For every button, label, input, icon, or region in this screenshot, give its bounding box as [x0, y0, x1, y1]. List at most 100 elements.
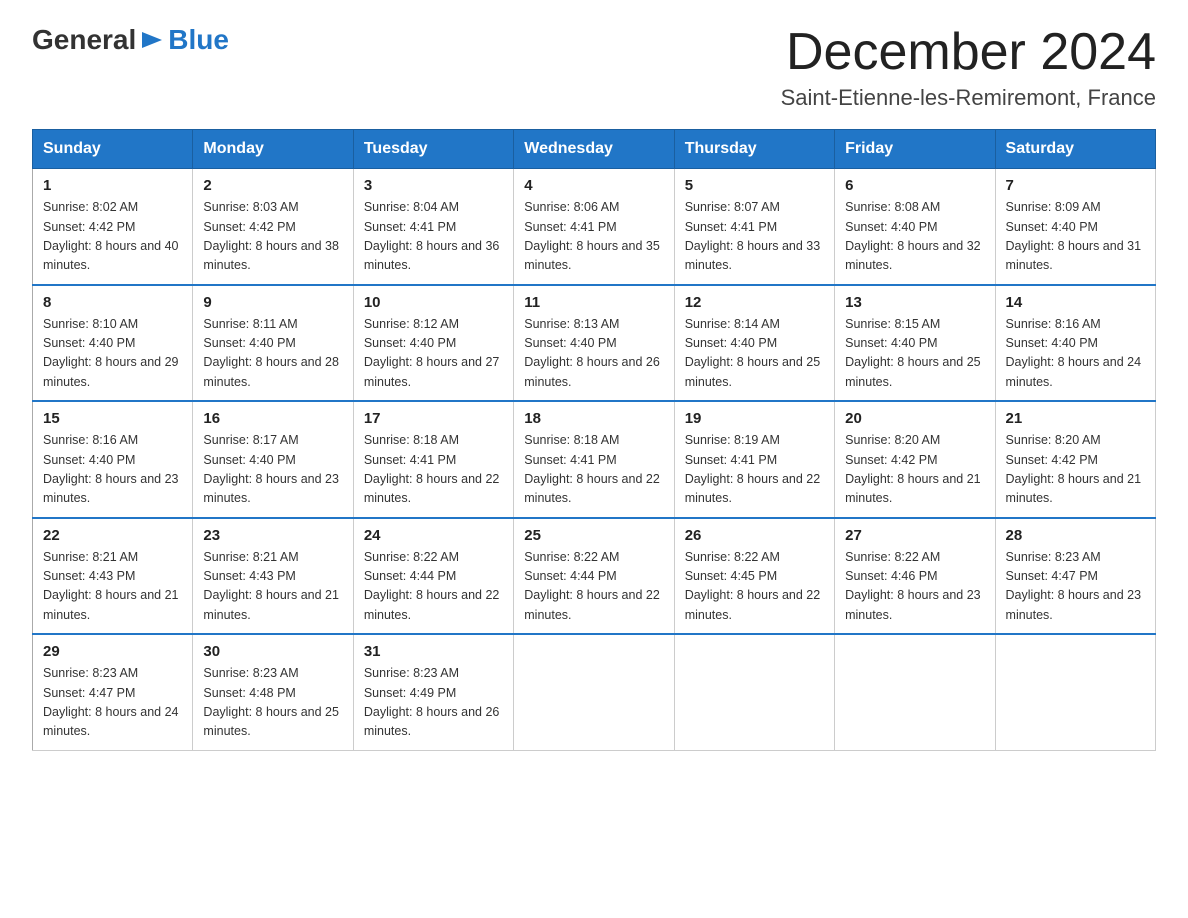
- logo: General Blue: [32, 24, 229, 56]
- day-number: 5: [685, 177, 824, 194]
- column-header-thursday: Thursday: [674, 130, 834, 169]
- day-info: Sunrise: 8:12 AMSunset: 4:40 PMDaylight:…: [364, 315, 503, 393]
- column-header-monday: Monday: [193, 130, 353, 169]
- day-info: Sunrise: 8:17 AMSunset: 4:40 PMDaylight:…: [203, 431, 342, 509]
- day-cell: 28Sunrise: 8:23 AMSunset: 4:47 PMDayligh…: [995, 518, 1155, 635]
- day-number: 21: [1006, 410, 1145, 427]
- column-header-wednesday: Wednesday: [514, 130, 674, 169]
- day-cell: 1 Sunrise: 8:02 AMSunset: 4:42 PMDaylight…: [33, 169, 193, 285]
- day-info: Sunrise: 8:13 AMSunset: 4:40 PMDaylight:…: [524, 315, 663, 393]
- day-info: Sunrise: 8:14 AMSunset: 4:40 PMDaylight:…: [685, 315, 824, 393]
- day-number: 24: [364, 527, 503, 544]
- day-number: 3: [364, 177, 503, 194]
- day-number: 17: [364, 410, 503, 427]
- day-cell: 8Sunrise: 8:10 AMSunset: 4:40 PMDaylight…: [33, 285, 193, 402]
- day-number: 7: [1006, 177, 1145, 194]
- day-info: Sunrise: 8:20 AMSunset: 4:42 PMDaylight:…: [1006, 431, 1145, 509]
- day-info: Sunrise: 8:21 AMSunset: 4:43 PMDaylight:…: [203, 548, 342, 626]
- day-cell: 5 Sunrise: 8:07 AMSunset: 4:41 PMDaylight…: [674, 169, 834, 285]
- day-number: 18: [524, 410, 663, 427]
- day-number: 27: [845, 527, 984, 544]
- day-number: 30: [203, 643, 342, 660]
- day-info: Sunrise: 8:22 AMSunset: 4:44 PMDaylight:…: [364, 548, 503, 626]
- day-cell: 12 Sunrise: 8:14 AMSunset: 4:40 PMDayligh…: [674, 285, 834, 402]
- day-cell: 17 Sunrise: 8:18 AMSunset: 4:41 PMDayligh…: [353, 401, 513, 518]
- day-number: 23: [203, 527, 342, 544]
- day-number: 11: [524, 294, 663, 311]
- day-cell: 29 Sunrise: 8:23 AMSunset: 4:47 PMDayligh…: [33, 634, 193, 750]
- day-cell: 26Sunrise: 8:22 AMSunset: 4:45 PMDayligh…: [674, 518, 834, 635]
- day-number: 29: [43, 643, 182, 660]
- logo-blue-text: Blue: [168, 24, 229, 56]
- day-number: 16: [203, 410, 342, 427]
- day-number: 15: [43, 410, 182, 427]
- day-info: Sunrise: 8:03 AMSunset: 4:42 PMDaylight:…: [203, 198, 342, 276]
- column-header-sunday: Sunday: [33, 130, 193, 169]
- day-number: 25: [524, 527, 663, 544]
- logo-general-text: General: [32, 24, 136, 56]
- day-number: 4: [524, 177, 663, 194]
- day-info: Sunrise: 8:11 AMSunset: 4:40 PMDaylight:…: [203, 315, 342, 393]
- day-info: Sunrise: 8:22 AMSunset: 4:45 PMDaylight:…: [685, 548, 824, 626]
- day-cell: 9 Sunrise: 8:11 AMSunset: 4:40 PMDaylight…: [193, 285, 353, 402]
- day-cell: [835, 634, 995, 750]
- column-header-saturday: Saturday: [995, 130, 1155, 169]
- location-subtitle: Saint-Etienne-les-Remiremont, France: [781, 85, 1156, 111]
- day-cell: 19 Sunrise: 8:19 AMSunset: 4:41 PMDayligh…: [674, 401, 834, 518]
- day-cell: 25Sunrise: 8:22 AMSunset: 4:44 PMDayligh…: [514, 518, 674, 635]
- day-info: Sunrise: 8:16 AMSunset: 4:40 PMDaylight:…: [1006, 315, 1145, 393]
- day-number: 14: [1006, 294, 1145, 311]
- day-info: Sunrise: 8:02 AMSunset: 4:42 PMDaylight:…: [43, 198, 182, 276]
- day-info: Sunrise: 8:21 AMSunset: 4:43 PMDaylight:…: [43, 548, 182, 626]
- day-cell: 13 Sunrise: 8:15 AMSunset: 4:40 PMDayligh…: [835, 285, 995, 402]
- day-number: 13: [845, 294, 984, 311]
- day-cell: 23 Sunrise: 8:21 AMSunset: 4:43 PMDayligh…: [193, 518, 353, 635]
- week-row-4: 22Sunrise: 8:21 AMSunset: 4:43 PMDayligh…: [33, 518, 1156, 635]
- day-number: 12: [685, 294, 824, 311]
- day-number: 2: [203, 177, 342, 194]
- day-info: Sunrise: 8:08 AMSunset: 4:40 PMDaylight:…: [845, 198, 984, 276]
- day-cell: 14 Sunrise: 8:16 AMSunset: 4:40 PMDayligh…: [995, 285, 1155, 402]
- day-info: Sunrise: 8:18 AMSunset: 4:41 PMDaylight:…: [524, 431, 663, 509]
- day-cell: 16 Sunrise: 8:17 AMSunset: 4:40 PMDayligh…: [193, 401, 353, 518]
- day-info: Sunrise: 8:06 AMSunset: 4:41 PMDaylight:…: [524, 198, 663, 276]
- logo-triangle-icon: [138, 26, 166, 54]
- day-number: 28: [1006, 527, 1145, 544]
- day-cell: 4 Sunrise: 8:06 AMSunset: 4:41 PMDaylight…: [514, 169, 674, 285]
- day-cell: 22Sunrise: 8:21 AMSunset: 4:43 PMDayligh…: [33, 518, 193, 635]
- day-cell: 18 Sunrise: 8:18 AMSunset: 4:41 PMDayligh…: [514, 401, 674, 518]
- title-area: December 2024 Saint-Etienne-les-Remiremo…: [781, 24, 1156, 111]
- day-cell: 3 Sunrise: 8:04 AMSunset: 4:41 PMDaylight…: [353, 169, 513, 285]
- day-cell: [674, 634, 834, 750]
- day-info: Sunrise: 8:19 AMSunset: 4:41 PMDaylight:…: [685, 431, 824, 509]
- day-number: 1: [43, 177, 182, 194]
- day-number: 31: [364, 643, 503, 660]
- calendar-table: SundayMondayTuesdayWednesdayThursdayFrid…: [32, 129, 1156, 751]
- day-cell: 30 Sunrise: 8:23 AMSunset: 4:48 PMDayligh…: [193, 634, 353, 750]
- day-cell: 7Sunrise: 8:09 AMSunset: 4:40 PMDaylight…: [995, 169, 1155, 285]
- day-cell: 11 Sunrise: 8:13 AMSunset: 4:40 PMDayligh…: [514, 285, 674, 402]
- day-cell: 21 Sunrise: 8:20 AMSunset: 4:42 PMDayligh…: [995, 401, 1155, 518]
- day-info: Sunrise: 8:04 AMSunset: 4:41 PMDaylight:…: [364, 198, 503, 276]
- day-cell: 10Sunrise: 8:12 AMSunset: 4:40 PMDayligh…: [353, 285, 513, 402]
- day-number: 9: [203, 294, 342, 311]
- day-number: 19: [685, 410, 824, 427]
- day-cell: 27Sunrise: 8:22 AMSunset: 4:46 PMDayligh…: [835, 518, 995, 635]
- day-headers-row: SundayMondayTuesdayWednesdayThursdayFrid…: [33, 130, 1156, 169]
- day-info: Sunrise: 8:23 AMSunset: 4:48 PMDaylight:…: [203, 664, 342, 742]
- day-cell: [514, 634, 674, 750]
- day-cell: [995, 634, 1155, 750]
- day-info: Sunrise: 8:23 AMSunset: 4:47 PMDaylight:…: [43, 664, 182, 742]
- column-header-friday: Friday: [835, 130, 995, 169]
- day-info: Sunrise: 8:23 AMSunset: 4:49 PMDaylight:…: [364, 664, 503, 742]
- day-cell: 31 Sunrise: 8:23 AMSunset: 4:49 PMDayligh…: [353, 634, 513, 750]
- day-info: Sunrise: 8:15 AMSunset: 4:40 PMDaylight:…: [845, 315, 984, 393]
- day-number: 20: [845, 410, 984, 427]
- day-info: Sunrise: 8:07 AMSunset: 4:41 PMDaylight:…: [685, 198, 824, 276]
- day-cell: 2 Sunrise: 8:03 AMSunset: 4:42 PMDaylight…: [193, 169, 353, 285]
- page-header: General Blue December 2024 Saint-Etienne…: [32, 24, 1156, 111]
- day-info: Sunrise: 8:18 AMSunset: 4:41 PMDaylight:…: [364, 431, 503, 509]
- day-cell: 24 Sunrise: 8:22 AMSunset: 4:44 PMDayligh…: [353, 518, 513, 635]
- week-row-1: 1 Sunrise: 8:02 AMSunset: 4:42 PMDaylight…: [33, 169, 1156, 285]
- column-header-tuesday: Tuesday: [353, 130, 513, 169]
